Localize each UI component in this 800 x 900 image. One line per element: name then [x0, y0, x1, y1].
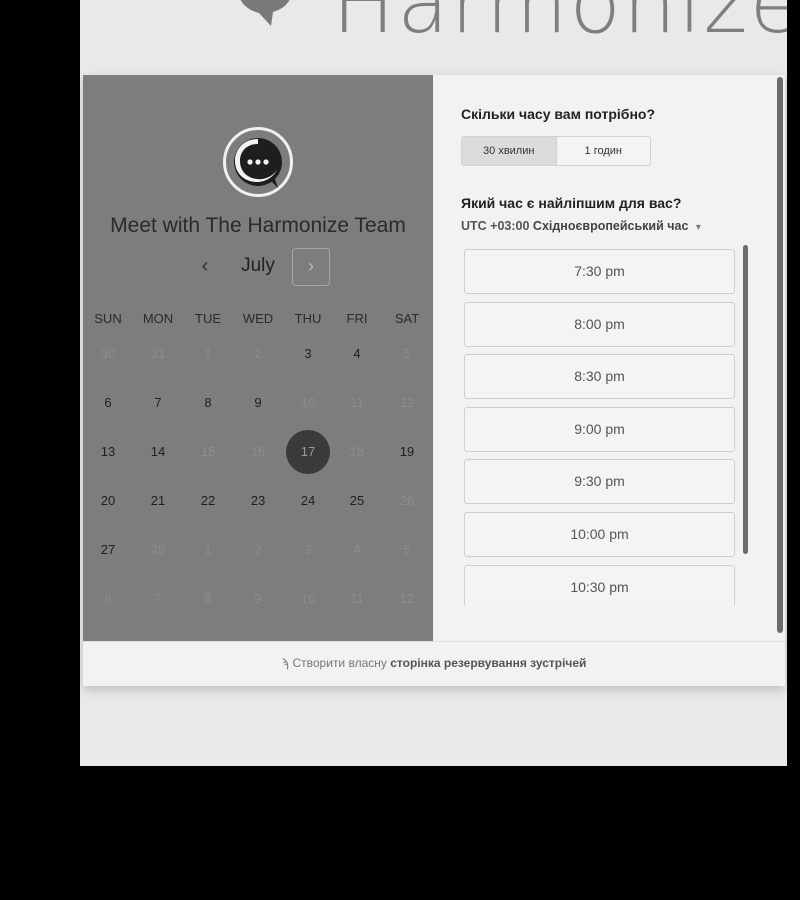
calendar-day[interactable]: 9 [236, 381, 280, 425]
weekday-fri: FRI [346, 311, 368, 326]
calendar-day: 2 [254, 542, 262, 557]
footer-link[interactable]: ϡ Створити власну сторінка резервування з… [83, 641, 785, 686]
calendar-day[interactable]: 23 [236, 479, 280, 523]
month-navigation: ‹ July › [83, 247, 433, 287]
weekday-thu: THU [294, 311, 322, 326]
time-slot-button[interactable]: 8:00 pm [464, 301, 735, 347]
calendar-day: 4 [353, 542, 361, 557]
timezone-offset: UTC +03:00 [461, 219, 530, 233]
calendar-day: 18 [349, 444, 365, 459]
slot-list-scrollbar[interactable] [743, 245, 748, 554]
calendar-day: 2 [254, 346, 262, 361]
weekday-sat: SAT [394, 311, 420, 326]
month-label: July [241, 255, 275, 276]
booking-card: Meet with The Harmonize Team ‹ July › SU… [83, 75, 785, 686]
time-slot-button[interactable]: 10:00 pm [464, 512, 735, 557]
weekday-wed: WED [242, 311, 274, 326]
calendar-day[interactable]: 22 [186, 479, 230, 523]
calendar-day: 31 [150, 346, 166, 361]
calendar-day: 30 [100, 346, 116, 361]
event-title: Meet with The Harmonize Team [110, 214, 406, 237]
calendar-panel: Meet with The Harmonize Team ‹ July › SU… [83, 75, 433, 641]
time-slot-button[interactable]: 7:30 pm [464, 249, 735, 294]
calendar-day: 3 [304, 542, 312, 557]
calendar-day[interactable]: 25 [335, 479, 379, 523]
calendar-day: 12 [399, 395, 415, 410]
calendar-day[interactable]: 24 [286, 479, 330, 523]
time-slot-button[interactable]: 8:30 pm [464, 354, 735, 400]
calendar-day[interactable]: 27 [86, 528, 130, 572]
page-background: Harmonize Meet with The Harmonize Team ‹… [80, 0, 787, 766]
calendar-day[interactable]: 6 [86, 381, 130, 425]
calendar-day[interactable]: 8 [186, 381, 230, 425]
time-slot-button[interactable]: 10:30 pm [464, 564, 735, 605]
calendar-day: 10 [300, 591, 316, 606]
time-slot-button[interactable]: 9:00 pm [464, 406, 735, 452]
duration-selector: 30 хвилин 1 годин [461, 136, 651, 166]
calendar-day: 9 [254, 591, 262, 606]
timezone-selector[interactable]: UTC +03:00 Східноєвропейський час ▾ [461, 219, 701, 233]
calendar-day: 12 [399, 591, 415, 606]
calendar-day: 15 [200, 444, 216, 459]
logo-text: Harmonize [332, 0, 787, 52]
calendar-day[interactable]: 4 [335, 332, 379, 376]
calendar-day[interactable]: 20 [86, 479, 130, 523]
calendar-day: 11 [350, 395, 364, 410]
footer-prefix: Створити власну [292, 656, 387, 670]
time-slot-button[interactable]: 9:30 pm [464, 459, 735, 505]
weekday-sun: SUN [94, 311, 122, 326]
time-question: Який час є найліпшим для вас? [461, 195, 682, 211]
weekday-tue: TUE [195, 311, 221, 326]
calendar-day: 26 [399, 493, 415, 508]
avatar [223, 127, 293, 197]
calendar-day: 11 [350, 591, 364, 606]
timezone-name: Східноєвропейський час [532, 219, 689, 233]
calendar-day-selected[interactable]: 17 [286, 430, 330, 474]
calendar-day: 6 [104, 591, 112, 606]
calendar-day[interactable]: 7 [136, 381, 180, 425]
duration-60-button[interactable]: 1 годин [557, 137, 651, 165]
calendar-day: 7 [154, 591, 162, 606]
time-panel: Скільки часу вам потрібно? 30 хвилин 1 г… [433, 75, 785, 641]
time-slot-list: 7:30 pm 8:00 pm 8:30 pm 9:00 pm 9:30 pm 10:00… [464, 249, 736, 605]
duration-question: Скільки часу вам потрібно? [461, 106, 656, 122]
calendar-day: 1 [204, 542, 212, 557]
calendar-day: 10 [300, 395, 316, 410]
calendar-day[interactable]: 19 [385, 430, 429, 474]
calendar-day[interactable]: 13 [86, 430, 130, 474]
chevron-right-icon[interactable]: › [292, 248, 330, 286]
calendar-day: 1 [204, 346, 212, 361]
weekday-mon: MON [142, 311, 174, 326]
caret-down-icon: ▾ [695, 222, 701, 233]
calendar-day: 8 [204, 591, 212, 606]
calendar-day[interactable]: 21 [136, 479, 180, 523]
calendar-day: 28 [150, 542, 166, 557]
calendar-day[interactable]: 14 [136, 430, 180, 474]
logo-icon [240, 0, 290, 26]
calendar-day: 16 [250, 444, 266, 459]
calendar-day: 5 [403, 542, 411, 557]
calendar-day[interactable]: 3 [286, 332, 330, 376]
calendar-day: 5 [403, 346, 411, 361]
harmonize-icon: ϡ [281, 656, 289, 670]
panel-scrollbar[interactable] [777, 77, 783, 633]
chat-bubble-icon [234, 138, 282, 188]
footer-cta: сторінка резервування зустрічей [390, 656, 587, 670]
duration-30-button[interactable]: 30 хвилин [462, 137, 557, 165]
chevron-left-icon[interactable]: ‹ [193, 255, 217, 279]
